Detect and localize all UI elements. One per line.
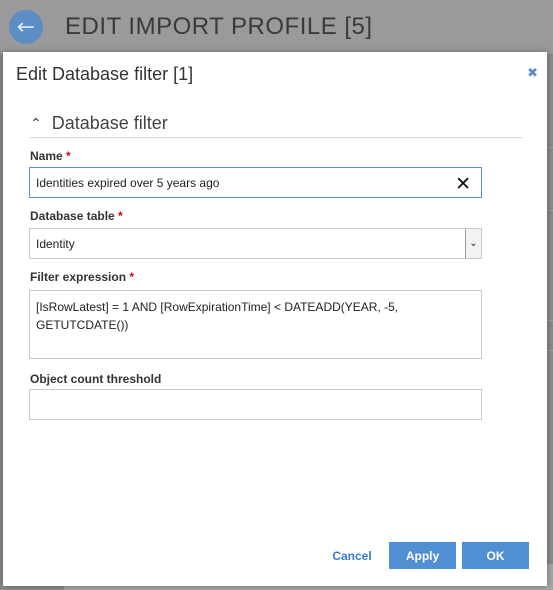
- database-table-select[interactable]: Identity ⌄: [29, 228, 482, 259]
- name-input-value: Identities expired over 5 years ago: [36, 175, 220, 190]
- ok-button[interactable]: OK: [462, 542, 529, 569]
- database-table-value: Identity: [36, 236, 75, 251]
- required-mark: *: [66, 149, 71, 163]
- required-mark: *: [129, 270, 135, 284]
- edit-database-filter-dialog: Edit Database filter [1] ✖ ⌃ Database fi…: [3, 52, 547, 586]
- cancel-button[interactable]: Cancel: [324, 542, 380, 569]
- clear-icon[interactable]: ✕: [455, 173, 471, 195]
- page-header: ← EDIT IMPORT PROFILE [5]: [0, 0, 553, 54]
- apply-button[interactable]: Apply: [389, 542, 456, 569]
- filter-expression-label: Filter expression *: [30, 270, 135, 284]
- object-count-threshold-label: Object count threshold: [30, 372, 162, 386]
- chevron-down-icon[interactable]: ⌄: [465, 229, 481, 258]
- arrow-left-icon: ←: [16, 14, 36, 40]
- name-label: Name *: [30, 149, 71, 163]
- database-table-label: Database table *: [30, 209, 123, 223]
- section-header-database-filter[interactable]: ⌃ Database filter: [30, 110, 522, 138]
- back-button[interactable]: ←: [9, 10, 43, 44]
- name-input[interactable]: Identities expired over 5 years ago ✕: [29, 167, 482, 198]
- close-icon[interactable]: ✖: [527, 66, 538, 81]
- object-count-threshold-input[interactable]: [29, 389, 482, 420]
- dialog-title: Edit Database filter [1]: [16, 64, 194, 84]
- section-title: Database filter: [51, 113, 168, 133]
- chevron-up-icon: ⌃: [30, 115, 42, 132]
- required-mark: *: [118, 209, 123, 223]
- filter-expression-textarea[interactable]: [IsRowLatest] = 1 AND [RowExpirationTime…: [29, 290, 482, 359]
- filter-expression-value: [IsRowLatest] = 1 AND [RowExpirationTime…: [36, 300, 399, 332]
- page-title: EDIT IMPORT PROFILE [5]: [65, 13, 373, 40]
